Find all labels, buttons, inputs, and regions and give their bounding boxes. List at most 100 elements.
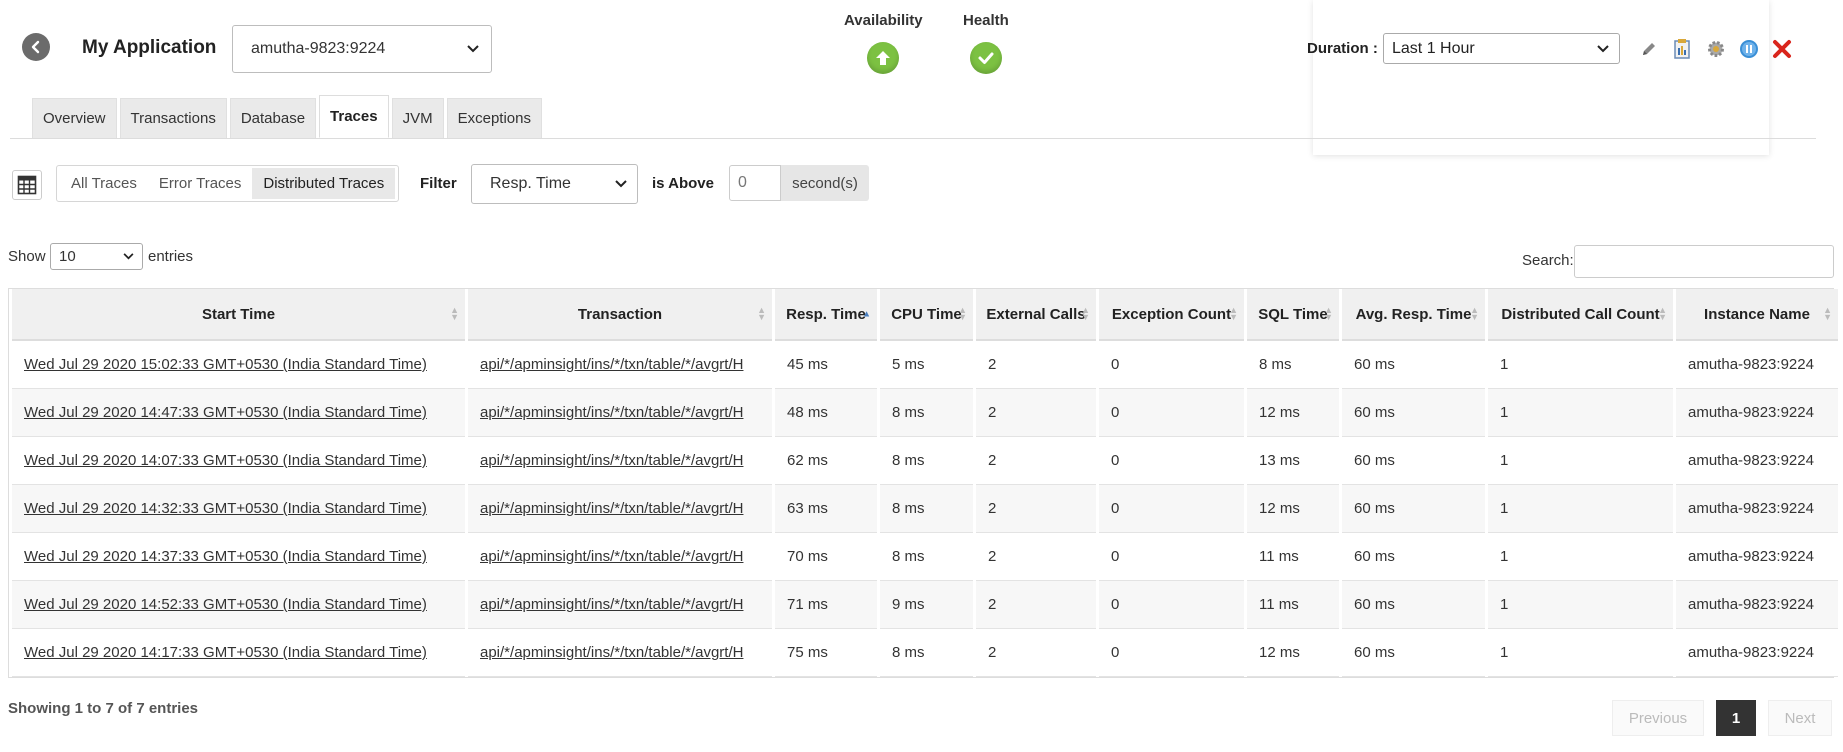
- transaction-link[interactable]: api/*/apminsight/ins/*/txn/table/*/avgrt…: [480, 644, 743, 661]
- table-cell: 70 ms: [775, 533, 877, 581]
- entries-label: entries: [148, 248, 194, 265]
- transaction-link[interactable]: api/*/apminsight/ins/*/txn/table/*/avgrt…: [480, 356, 743, 373]
- column-header[interactable]: CPU Time ▲ ▼: [880, 289, 973, 341]
- column-header[interactable]: Distributed Call Count ▲ ▼: [1488, 289, 1673, 341]
- duration-select[interactable]: Last 1 Hour: [1383, 33, 1620, 64]
- seconds-input[interactable]: 0: [729, 165, 781, 201]
- availability-status: Availability: [844, 12, 923, 74]
- chevron-down-icon: [123, 253, 134, 260]
- transaction-link[interactable]: api/*/apminsight/ins/*/txn/table/*/avgrt…: [480, 500, 743, 517]
- table-cell: 1: [1488, 389, 1673, 437]
- transaction-link[interactable]: api/*/apminsight/ins/*/txn/table/*/avgrt…: [480, 596, 743, 613]
- table-cell: api/*/apminsight/ins/*/txn/table/*/avgrt…: [468, 437, 772, 485]
- start-time-link[interactable]: Wed Jul 29 2020 14:07:33 GMT+0530 (India…: [24, 452, 427, 469]
- table-row: Wed Jul 29 2020 14:07:33 GMT+0530 (India…: [12, 437, 1838, 485]
- table-cell: Wed Jul 29 2020 14:32:33 GMT+0530 (India…: [12, 485, 465, 533]
- start-time-link[interactable]: Wed Jul 29 2020 14:17:33 GMT+0530 (India…: [24, 644, 427, 661]
- column-header-label: Start Time: [201, 305, 276, 323]
- next-button[interactable]: Next: [1768, 700, 1832, 736]
- column-header-label: SQL Time: [1258, 305, 1328, 323]
- tab-overview[interactable]: Overview: [32, 98, 117, 138]
- search-input[interactable]: [1574, 245, 1834, 278]
- table-cell: 8 ms: [880, 437, 973, 485]
- table-cell: Wed Jul 29 2020 14:17:33 GMT+0530 (India…: [12, 629, 465, 677]
- table-row: Wed Jul 29 2020 14:47:33 GMT+0530 (India…: [12, 389, 1838, 437]
- pencil-icon[interactable]: [1638, 38, 1660, 60]
- table-cell: amutha-9823:9224: [1676, 485, 1838, 533]
- sort-arrows-icon: ▲ ▼: [958, 305, 967, 322]
- table-cell: Wed Jul 29 2020 14:47:33 GMT+0530 (India…: [12, 389, 465, 437]
- table-cell: 45 ms: [775, 341, 877, 389]
- table-row: Wed Jul 29 2020 15:02:33 GMT+0530 (India…: [12, 341, 1838, 389]
- table-cell: 0: [1099, 581, 1244, 629]
- search-label: Search:: [1522, 252, 1574, 269]
- availability-label: Availability: [844, 12, 923, 29]
- column-header[interactable]: Transaction ▲ ▼: [468, 289, 772, 341]
- chevron-down-icon: [615, 180, 627, 188]
- table-cell: 60 ms: [1342, 533, 1485, 581]
- tab-exceptions[interactable]: Exceptions: [446, 98, 542, 138]
- tab-database[interactable]: Database: [229, 98, 317, 138]
- previous-button[interactable]: Previous: [1612, 700, 1704, 736]
- tab-transactions[interactable]: Transactions: [119, 98, 227, 138]
- table-cell: 60 ms: [1342, 581, 1485, 629]
- table-cell: 8 ms: [880, 389, 973, 437]
- pause-icon[interactable]: [1738, 38, 1760, 60]
- table-cell: 11 ms: [1247, 533, 1339, 581]
- toggle-error-traces[interactable]: Error Traces: [148, 168, 253, 199]
- table-cell: 60 ms: [1342, 629, 1485, 677]
- table-cell: Wed Jul 29 2020 14:37:33 GMT+0530 (India…: [12, 533, 465, 581]
- table-row: Wed Jul 29 2020 14:37:33 GMT+0530 (India…: [12, 533, 1838, 581]
- column-header[interactable]: Start Time ▲ ▼: [12, 289, 465, 341]
- showing-entries-text: Showing 1 to 7 of 7 entries: [8, 700, 199, 717]
- table-grid-icon[interactable]: [12, 170, 42, 200]
- table-row: Wed Jul 29 2020 14:52:33 GMT+0530 (India…: [12, 581, 1838, 629]
- duration-select-value: Last 1 Hour: [1392, 39, 1475, 57]
- start-time-link[interactable]: Wed Jul 29 2020 14:47:33 GMT+0530 (India…: [24, 404, 427, 421]
- table-cell: 5 ms: [880, 341, 973, 389]
- start-time-link[interactable]: Wed Jul 29 2020 14:32:33 GMT+0530 (India…: [24, 500, 427, 517]
- page-button-current[interactable]: 1: [1716, 700, 1756, 736]
- tab-traces[interactable]: Traces: [319, 95, 389, 138]
- column-header[interactable]: Instance Name ▲ ▼: [1676, 289, 1838, 341]
- tab-jvm[interactable]: JVM: [391, 98, 444, 138]
- entries-select-value: 10: [59, 248, 76, 265]
- seconds-unit-label: second(s): [781, 165, 869, 201]
- toggle-distributed-traces[interactable]: Distributed Traces: [252, 168, 396, 199]
- column-header[interactable]: External Calls ▲ ▼: [976, 289, 1096, 341]
- gear-icon[interactable]: [1705, 38, 1727, 60]
- close-icon[interactable]: [1771, 38, 1793, 60]
- table-cell: 8 ms: [1247, 341, 1339, 389]
- tabs-divider: [10, 138, 1816, 139]
- table-cell: 1: [1488, 485, 1673, 533]
- table-cell: amutha-9823:9224: [1676, 389, 1838, 437]
- column-header[interactable]: Resp. Time ▲: [775, 289, 877, 341]
- table-cell: 13 ms: [1247, 437, 1339, 485]
- sort-arrows-icon: ▲ ▼: [1324, 305, 1333, 322]
- transaction-link[interactable]: api/*/apminsight/ins/*/txn/table/*/avgrt…: [480, 404, 743, 421]
- instance-select[interactable]: amutha-9823:9224: [232, 25, 492, 73]
- transaction-link[interactable]: api/*/apminsight/ins/*/txn/table/*/avgrt…: [480, 548, 743, 565]
- toggle-all-traces[interactable]: All Traces: [60, 168, 148, 199]
- back-button[interactable]: [22, 33, 50, 61]
- table-cell: 8 ms: [880, 629, 973, 677]
- table-cell: Wed Jul 29 2020 14:07:33 GMT+0530 (India…: [12, 437, 465, 485]
- table-cell: api/*/apminsight/ins/*/txn/table/*/avgrt…: [468, 341, 772, 389]
- report-icon[interactable]: [1671, 38, 1693, 60]
- column-header[interactable]: SQL Time ▲ ▼: [1247, 289, 1339, 341]
- table-cell: 1: [1488, 581, 1673, 629]
- column-header[interactable]: Avg. Resp. Time ▲ ▼: [1342, 289, 1485, 341]
- column-header[interactable]: Exception Count ▲ ▼: [1099, 289, 1244, 341]
- start-time-link[interactable]: Wed Jul 29 2020 15:02:33 GMT+0530 (India…: [24, 356, 427, 373]
- entries-select[interactable]: 10: [50, 243, 143, 270]
- filter-select[interactable]: Resp. Time: [471, 164, 638, 204]
- table-cell: 63 ms: [775, 485, 877, 533]
- table-cell: 60 ms: [1342, 485, 1485, 533]
- traces-table: Start Time ▲ ▼ Transaction ▲ ▼ Resp. Time ▲ CPU …: [8, 288, 1838, 678]
- start-time-link[interactable]: Wed Jul 29 2020 14:52:33 GMT+0530 (India…: [24, 596, 427, 613]
- pagination: Previous 1 Next: [1612, 700, 1832, 736]
- table-cell: amutha-9823:9224: [1676, 437, 1838, 485]
- start-time-link[interactable]: Wed Jul 29 2020 14:37:33 GMT+0530 (India…: [24, 548, 427, 565]
- table-cell: 75 ms: [775, 629, 877, 677]
- transaction-link[interactable]: api/*/apminsight/ins/*/txn/table/*/avgrt…: [480, 452, 743, 469]
